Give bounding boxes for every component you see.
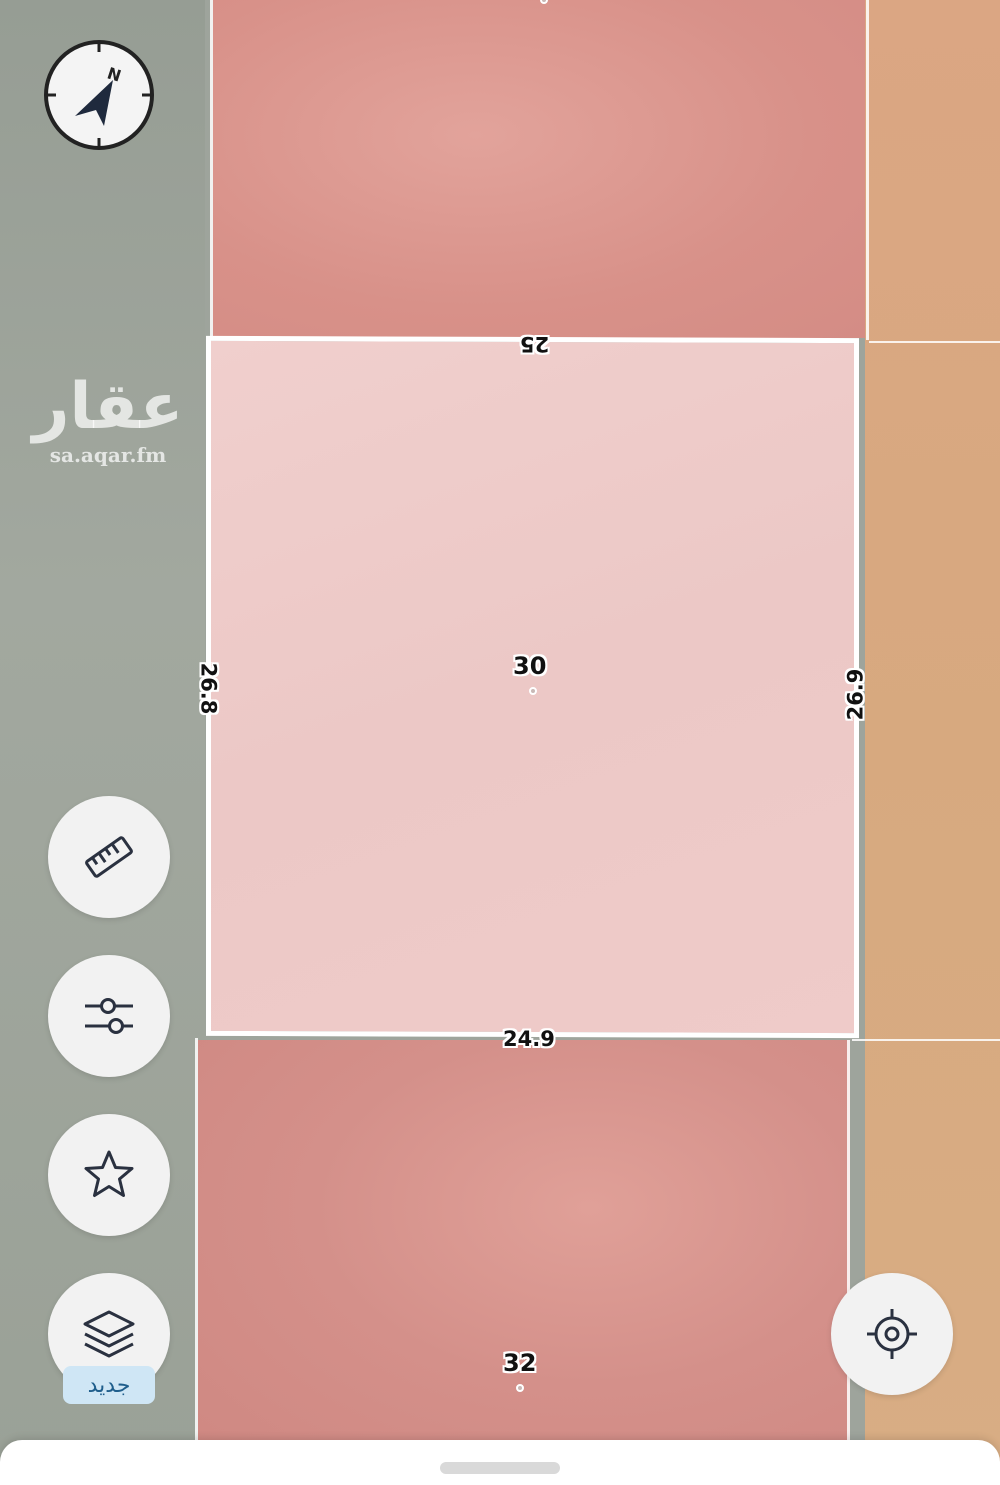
map-view[interactable]: 25 24.9 26.8 26.9 30 32 xyxy=(0,0,1000,1485)
dimension-bottom: 24.9 xyxy=(503,1027,555,1051)
compass-icon[interactable]: N xyxy=(42,38,156,152)
measure-button[interactable] xyxy=(48,796,170,918)
dimension-top: 25 xyxy=(520,332,550,356)
parcel-east[interactable] xyxy=(865,0,1000,1485)
parcel-32[interactable] xyxy=(198,1040,850,1460)
bottom-sheet-handle[interactable] xyxy=(440,1462,560,1474)
parcel-north[interactable] xyxy=(213,0,870,338)
plot-marker xyxy=(516,1384,524,1392)
aqar-logo: عقار xyxy=(32,370,184,444)
parcel-boundary xyxy=(195,1038,198,1440)
layers-icon xyxy=(83,1310,135,1358)
star-icon xyxy=(84,1150,134,1197)
parcel-boundary xyxy=(852,1039,1000,1041)
favorites-button[interactable] xyxy=(48,1114,170,1236)
aqar-watermark: عقار sa.aqar.fm xyxy=(28,375,188,467)
filters-button[interactable] xyxy=(48,955,170,1077)
sliders-icon xyxy=(85,998,133,1034)
ruler-icon xyxy=(85,836,133,878)
parcel-boundary xyxy=(866,0,869,340)
dimension-right: 26.9 xyxy=(843,668,868,721)
plot-marker xyxy=(529,687,537,695)
crosshair-icon xyxy=(867,1309,917,1359)
parcel-boundary xyxy=(869,341,1000,343)
plot-number: 32 xyxy=(503,1349,537,1377)
dimension-left: 26.8 xyxy=(196,662,221,715)
parcel-boundary xyxy=(210,0,213,340)
parcel-boundary xyxy=(847,1040,850,1440)
new-badge: جديد xyxy=(63,1366,155,1404)
locate-button[interactable] xyxy=(831,1273,953,1395)
plot-number-selected: 30 xyxy=(513,652,547,680)
bottom-sheet[interactable] xyxy=(0,1440,1000,1485)
aqar-url: sa.aqar.fm xyxy=(49,443,167,467)
street-area xyxy=(0,0,205,1485)
